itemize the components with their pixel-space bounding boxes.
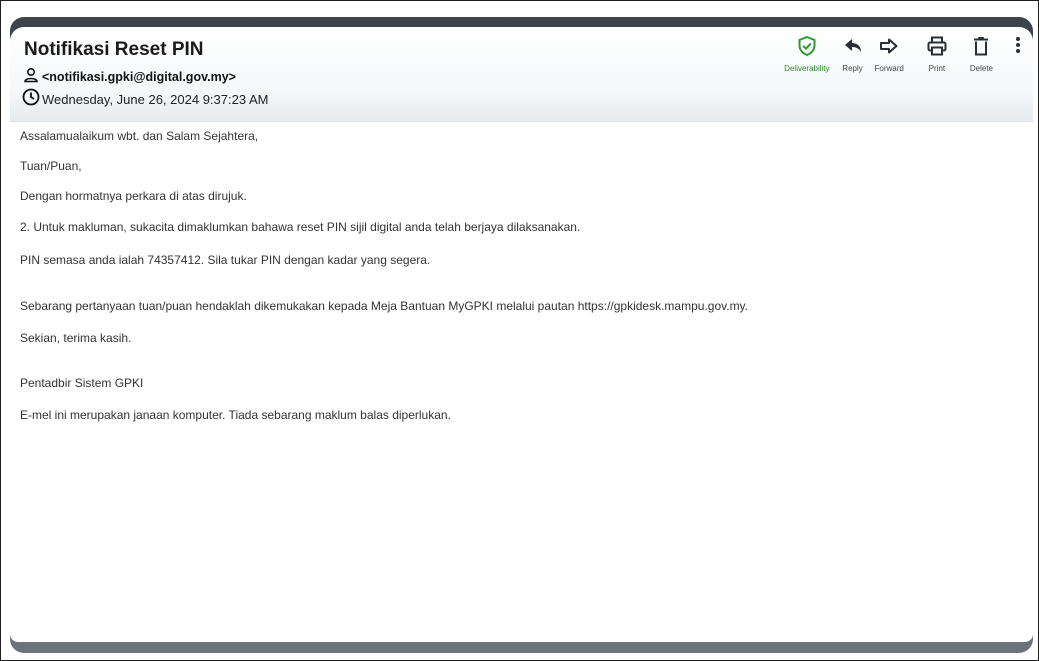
email-subject: Notifikasi Reset PIN <box>24 39 204 60</box>
body-line-2: 2. Untuk makluman, sukacita dimaklumkan … <box>20 220 581 234</box>
deliverability-button[interactable]: Deliverability <box>784 35 830 73</box>
screenshot-frame: Notifikasi Reset PIN <notifikasi.gpki@di… <box>0 0 1039 661</box>
sender-row: <notifikasi.gpki@digital.gov.my> <box>23 67 236 87</box>
date-row: Wednesday, June 26, 2024 9:37:23 AM <box>22 88 268 110</box>
forward-icon <box>878 35 900 62</box>
body-line-1: Dengan hormatnya perkara di atas dirujuk… <box>20 189 247 203</box>
reply-label: Reply <box>842 64 863 73</box>
forward-button[interactable]: Forward <box>875 35 904 73</box>
trash-icon <box>970 35 992 62</box>
more-options-button[interactable] <box>1013 35 1023 62</box>
shield-check-icon <box>796 35 818 62</box>
reply-icon <box>842 35 864 62</box>
clock-icon <box>22 88 40 111</box>
body-line-3: PIN semasa anda ialah 74357412. Sila tuk… <box>20 253 431 267</box>
sender-email: <notifikasi.gpki@digital.gov.my> <box>42 70 236 84</box>
email-header: Notifikasi Reset PIN <notifikasi.gpki@di… <box>10 27 1033 122</box>
body-signature: Pentadbir Sistem GPKI <box>20 376 144 390</box>
body-disclaimer: E-mel ini merupakan janaan komputer. Tia… <box>20 408 451 422</box>
printer-icon <box>926 35 948 62</box>
forward-label: Forward <box>874 64 904 73</box>
email-window: Notifikasi Reset PIN <notifikasi.gpki@di… <box>10 17 1033 653</box>
body-salutation: Tuan/Puan, <box>20 159 82 173</box>
delete-button[interactable]: Delete <box>970 35 993 73</box>
body-closing: Sekian, terima kasih. <box>20 331 132 345</box>
body-line-4: Sebarang pertanyaan tuan/puan hendaklah … <box>20 299 749 313</box>
person-icon <box>23 67 39 88</box>
reply-button[interactable]: Reply <box>842 35 864 73</box>
email-body: Assalamualaikum wbt. dan Salam Sejahtera… <box>10 122 1033 642</box>
more-vertical-icon <box>1013 35 1023 62</box>
print-button[interactable]: Print <box>926 35 948 73</box>
delete-label: Delete <box>969 64 993 73</box>
email-date: Wednesday, June 26, 2024 9:37:23 AM <box>42 91 269 107</box>
body-greeting: Assalamualaikum wbt. dan Salam Sejahtera… <box>20 129 259 143</box>
email-toolbar: Deliverability Reply Forward Print Delet… <box>784 35 1023 79</box>
print-label: Print <box>928 64 946 73</box>
deliverability-label: Deliverability <box>784 64 830 73</box>
